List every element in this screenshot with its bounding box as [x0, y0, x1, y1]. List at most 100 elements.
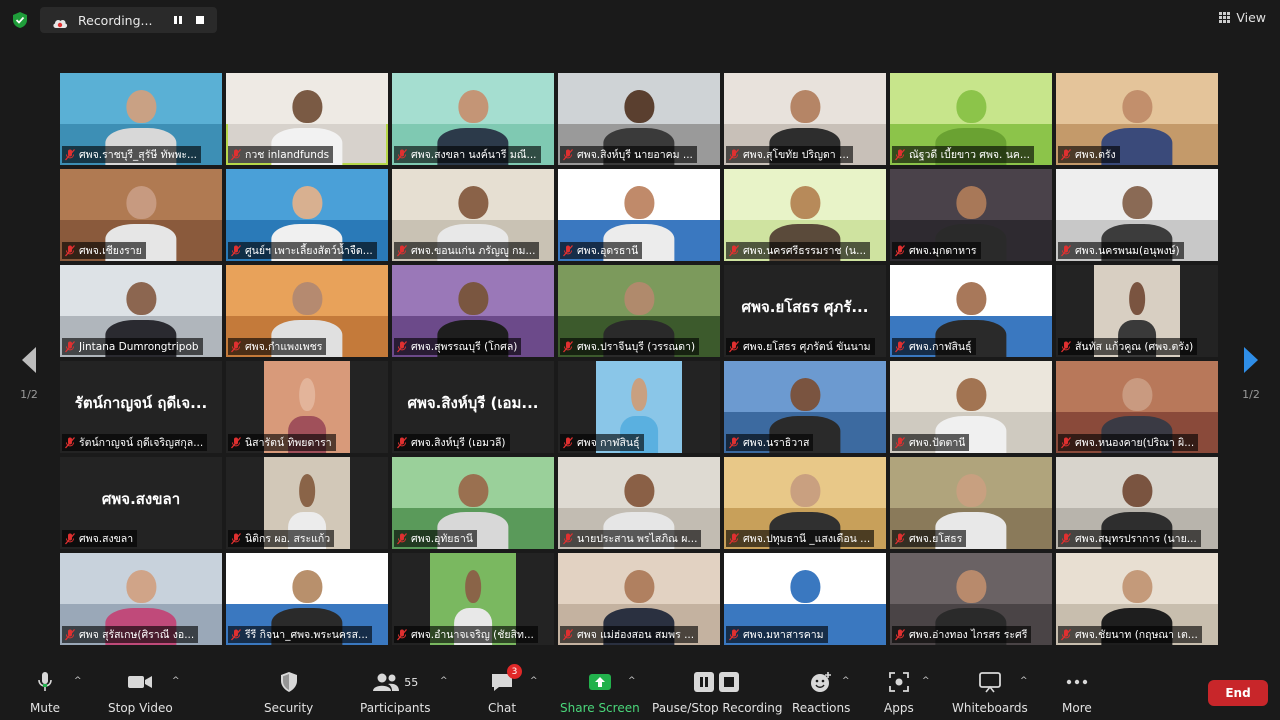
participant-name: นายประสาน พรไสภิณ ผ...: [577, 533, 698, 545]
apps-options-caret-icon[interactable]: ^: [922, 676, 932, 686]
muted-microphone-icon: [563, 148, 573, 161]
participants-options-caret-icon[interactable]: ^: [440, 676, 450, 686]
apps-button[interactable]: Apps: [884, 670, 914, 715]
security-button[interactable]: Security: [264, 670, 313, 715]
chat-options-caret-icon[interactable]: ^: [530, 676, 540, 686]
muted-microphone-icon: [65, 148, 75, 161]
participant-tile[interactable]: ศพจ.สุพรรณบุรี (โกศล): [392, 265, 554, 357]
participant-name-label: ศพจ.มหาสารคาม: [726, 626, 828, 643]
participant-tile[interactable]: กวช inlandfunds: [226, 73, 388, 165]
participant-tile[interactable]: สันทัส แก้วคูณ (ศพจ.ตรัง): [1056, 265, 1218, 357]
chat-button[interactable]: 3 Chat: [488, 664, 523, 715]
muted-microphone-icon: [563, 340, 573, 353]
stop-video-button[interactable]: Stop Video: [108, 670, 173, 715]
participant-tile[interactable]: ศพจ.มหาสารคาม: [724, 553, 886, 645]
participant-name: ศพจ.นครพนม(อนุพงษ์): [1075, 245, 1180, 257]
participant-tile[interactable]: ศพจ.นราธิวาส: [724, 361, 886, 453]
participant-tile[interactable]: ณัฐวดี เบี้ยขาว ศพจ. นค...: [890, 73, 1052, 165]
gallery-view: ศพจ.ราชบุรี_สุรัษี ทัพพะ... กวช inlandfun…: [60, 73, 1220, 645]
participant-tile[interactable]: ศพจ.ชัยนาท (กฤษณา เต...: [1056, 553, 1218, 645]
participant-tile[interactable]: Jintana Dumrongtripob: [60, 265, 222, 357]
participant-tile[interactable]: ศพจ.ขอนแก่น ภรัญญู กม...: [392, 169, 554, 261]
recording-label: Recording...: [78, 12, 153, 28]
participant-name-label: ศพจ.หนองคาย(ปริณา ผิ...: [1058, 434, 1199, 451]
participant-tile[interactable]: ศพจ.นครศรีธรรมราช (น...: [724, 169, 886, 261]
participant-tile[interactable]: ศพจ.สงขลา นงค์นารี มณี...: [392, 73, 554, 165]
more-dots-icon: [1065, 670, 1089, 694]
participant-tile[interactable]: ศพจ.อำนาจเจริญ (ชัยสิท...: [392, 553, 554, 645]
stop-recording-button[interactable]: [192, 12, 208, 28]
pause-recording-button[interactable]: [170, 12, 186, 28]
participant-name: ศพจ.สิงห์บุรี นายอาคม ...: [577, 149, 693, 161]
security-shield-icon: [279, 670, 299, 694]
participants-button[interactable]: 55 Participants: [360, 670, 431, 715]
participant-name: ศพจ.สงขลา: [79, 533, 134, 545]
participant-tile[interactable]: ศพจ กาฬสินธุ์: [558, 361, 720, 453]
mute-button[interactable]: Mute: [30, 670, 60, 715]
participant-tile[interactable]: ศพจ.ปทุมธานี _แสงเดือน ...: [724, 457, 886, 549]
participant-name-label: ศพจ.สงขลา: [62, 530, 138, 547]
previous-page-button[interactable]: 1/2: [14, 346, 44, 401]
muted-microphone-icon: [397, 340, 407, 353]
participant-tile[interactable]: ศพจ.สุโขทัย ปริญดา ...: [724, 73, 886, 165]
more-button[interactable]: More: [1062, 670, 1092, 715]
participant-name: กวช inlandfunds: [245, 149, 330, 161]
participant-tile[interactable]: ศพจ.ตรัง: [1056, 73, 1218, 165]
more-label: More: [1062, 701, 1092, 715]
muted-microphone-icon: [729, 436, 739, 449]
participant-tile[interactable]: ศพจ.กำแพงเพชร: [226, 265, 388, 357]
participant-tile[interactable]: ศพจ.สิงห์บุรี (เอม... ศพจ.สิงห์บุรี (เอมว…: [392, 361, 554, 453]
participant-tile[interactable]: ศูนย์ฯ เพาะเลี้ยงสัตว์น้ำจืด...: [226, 169, 388, 261]
participant-name-label: กวช inlandfunds: [228, 146, 334, 163]
pause-stop-recording-button[interactable]: Pause/Stop Recording: [652, 670, 782, 715]
page-indicator-right: 1/2: [1242, 388, 1260, 401]
participant-name: ศพจ แม่ฮ่องสอน สมพร ...: [577, 629, 695, 641]
participant-tile[interactable]: นิติกร ผอ. สระแก้ว: [226, 457, 388, 549]
participant-tile[interactable]: รัตน์กาญจน์ ฤดีเจ... รัตน์กาญจน์ ฤดีเจริญ…: [60, 361, 222, 453]
encryption-shield-icon[interactable]: [11, 11, 29, 29]
share-options-caret-icon[interactable]: ^: [628, 676, 638, 686]
participant-name-label: ศพจ.ตรัง: [1058, 146, 1120, 163]
video-options-caret-icon[interactable]: ^: [172, 676, 182, 686]
muted-microphone-icon: [895, 244, 905, 257]
view-button[interactable]: View: [1219, 10, 1266, 25]
participant-tile[interactable]: นิสารัตน์ ทิพยดารา: [226, 361, 388, 453]
participant-tile[interactable]: ศพจ.อ่างทอง ไกรสร ระศรี: [890, 553, 1052, 645]
participant-name: ณัฐวดี เบี้ยขาว ศพจ. นค...: [909, 149, 1030, 161]
participant-name-label: Jintana Dumrongtripob: [62, 338, 203, 355]
muted-microphone-icon: [231, 244, 241, 257]
participant-tile[interactable]: ศพจ.สิงห์บุรี นายอาคม ...: [558, 73, 720, 165]
participant-tile[interactable]: ศพจ.อุทัยธานี: [392, 457, 554, 549]
participant-name-label: ศพจ แม่ฮ่องสอน สมพร ...: [560, 626, 699, 643]
participant-tile[interactable]: ศพจ.หนองคาย(ปริณา ผิ...: [1056, 361, 1218, 453]
page-indicator-left: 1/2: [20, 388, 38, 401]
participant-display-name: ศพจ.ยโสธร ศุภรั...: [741, 298, 869, 316]
participant-tile[interactable]: ศพจ.อุดรธานี: [558, 169, 720, 261]
mute-options-caret-icon[interactable]: ^: [74, 676, 84, 686]
participant-tile[interactable]: ศพจ.ราชบุรี_สุรัษี ทัพพะ...: [60, 73, 222, 165]
participant-tile[interactable]: ศพจ สุรัสเกษ(ศิราณี งอ...: [60, 553, 222, 645]
participant-tile[interactable]: ศพจ.เชียงราย: [60, 169, 222, 261]
end-meeting-button[interactable]: End: [1208, 680, 1268, 706]
participant-tile[interactable]: ศพจ.สมุทรปราการ (นาย...: [1056, 457, 1218, 549]
participant-tile[interactable]: ศพจ.ยโสธร: [890, 457, 1052, 549]
participant-tile[interactable]: ศพจ.กาฬสินธุ์: [890, 265, 1052, 357]
participant-name-label: ศพจ.นครพนม(อนุพงษ์): [1058, 242, 1184, 259]
participant-tile[interactable]: ศพจ.ยโสธร ศุภรั... ศพจ.ยโสธร ศุภรัตน์ ขัน…: [724, 265, 886, 357]
participant-tile[interactable]: ศพจ.สงขลา ศพจ.สงขลา: [60, 457, 222, 549]
participant-tile[interactable]: ศพจ.ปัตตานี: [890, 361, 1052, 453]
participant-tile[interactable]: ศพจ แม่ฮ่องสอน สมพร ...: [558, 553, 720, 645]
chat-unread-badge: 3: [507, 664, 523, 679]
participant-name: ศพจ.ตรัง: [1075, 149, 1116, 161]
participant-tile[interactable]: ศพจ.มุกดาหาร: [890, 169, 1052, 261]
participant-name-label: ศพจ.สิงห์บุรี (เอมวลี): [394, 434, 510, 451]
next-page-button[interactable]: 1/2: [1236, 346, 1266, 401]
whiteboards-options-caret-icon[interactable]: ^: [1020, 676, 1030, 686]
reactions-options-caret-icon[interactable]: ^: [842, 676, 852, 686]
participant-tile[interactable]: รีรี กิจนา_ศพจ.พระนครส...: [226, 553, 388, 645]
participant-tile[interactable]: ศพจ.ปราจีนบุรี (วรรณดา): [558, 265, 720, 357]
participant-tile[interactable]: ศพจ.นครพนม(อนุพงษ์): [1056, 169, 1218, 261]
mute-label: Mute: [30, 701, 61, 715]
participant-tile[interactable]: นายประสาน พรไสภิณ ผ...: [558, 457, 720, 549]
whiteboards-button[interactable]: Whiteboards: [952, 670, 1028, 715]
